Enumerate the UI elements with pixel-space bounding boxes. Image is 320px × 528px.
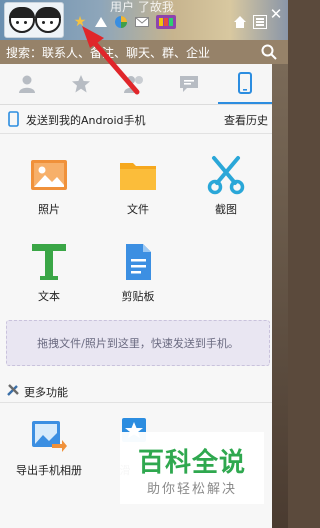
- avatar-face-left: [9, 7, 35, 33]
- wifi-icon[interactable]: [93, 14, 109, 30]
- send-screenshot-button[interactable]: 截图: [191, 155, 261, 235]
- close-button[interactable]: ✕: [266, 4, 286, 24]
- scissors-icon: [207, 156, 245, 195]
- messages-tab-icon: [180, 76, 198, 92]
- view-history-link[interactable]: 查看历史: [224, 112, 268, 128]
- nickname: 用户 了故我: [110, 0, 174, 14]
- avatar-face-right: [35, 7, 61, 33]
- send-file-button[interactable]: 文件: [103, 155, 173, 235]
- tile-label: 文本: [38, 290, 60, 303]
- groups-tab-icon: [124, 76, 143, 93]
- tab-contacts[interactable]: [0, 64, 54, 104]
- export-album-icon: [32, 421, 67, 452]
- tile-label: 剪贴板: [121, 290, 155, 303]
- phone-tab-icon: [238, 72, 252, 94]
- tile-label: 照片: [38, 203, 60, 216]
- watermark-badge: 百科全说 助你轻松解决: [120, 432, 264, 504]
- tile-label: 导出手机相册: [16, 464, 82, 477]
- tile-label: 截图: [215, 203, 237, 216]
- avatar[interactable]: [4, 2, 64, 38]
- send-text-button[interactable]: 文本: [14, 242, 84, 322]
- favorites-tab-icon: [72, 75, 90, 93]
- profile-banner: 用户 了故我 ★ ✕: [0, 0, 288, 40]
- phone-icon: [8, 111, 19, 127]
- more-features-title: 更多功能: [24, 386, 68, 399]
- search-input[interactable]: 搜索：联系人、备注、聊天、群、企业: [6, 44, 210, 61]
- tab-groups[interactable]: [108, 64, 162, 104]
- tab-phone[interactable]: [218, 64, 272, 104]
- window-edge-background: [272, 64, 288, 528]
- tab-messages[interactable]: [162, 64, 216, 104]
- search-icon[interactable]: [260, 43, 278, 61]
- watermark-title: 百科全说: [137, 448, 246, 478]
- photo-icon: [31, 160, 67, 190]
- watermark-subtitle: 助你轻松解决: [146, 482, 237, 497]
- tools-icon: [7, 384, 19, 396]
- tab-favorites[interactable]: [54, 64, 108, 104]
- color-wheel-icon[interactable]: [113, 14, 129, 30]
- export-album-button[interactable]: 导出手机相册: [6, 418, 90, 498]
- send-photo-button[interactable]: 照片: [14, 155, 84, 235]
- mail-icon[interactable]: [134, 14, 150, 30]
- drop-zone-hint: 拖拽文件/照片到这里，快速发送到手机。: [37, 337, 239, 350]
- clipboard-icon: [126, 244, 151, 280]
- more-features-header: 更多功能: [0, 378, 272, 403]
- app-manager-icon[interactable]: [155, 14, 177, 30]
- drop-zone[interactable]: 拖拽文件/照片到这里，快速发送到手机。: [6, 320, 270, 366]
- search-bar[interactable]: 搜索：联系人、备注、聊天、群、企业: [0, 40, 288, 64]
- tile-label: 文件: [127, 203, 149, 216]
- send-clipboard-button[interactable]: 剪贴板: [103, 242, 173, 322]
- contacts-tab-icon: [19, 75, 35, 93]
- panel-header: 发送到我的Android手机 查看历史: [0, 105, 272, 134]
- main-tabs: [0, 64, 272, 105]
- panel-title: 发送到我的Android手机: [26, 114, 146, 127]
- folder-icon: [120, 163, 156, 190]
- home-icon[interactable]: [232, 14, 248, 30]
- text-icon: [32, 244, 66, 280]
- star-status-icon[interactable]: ★: [72, 14, 88, 30]
